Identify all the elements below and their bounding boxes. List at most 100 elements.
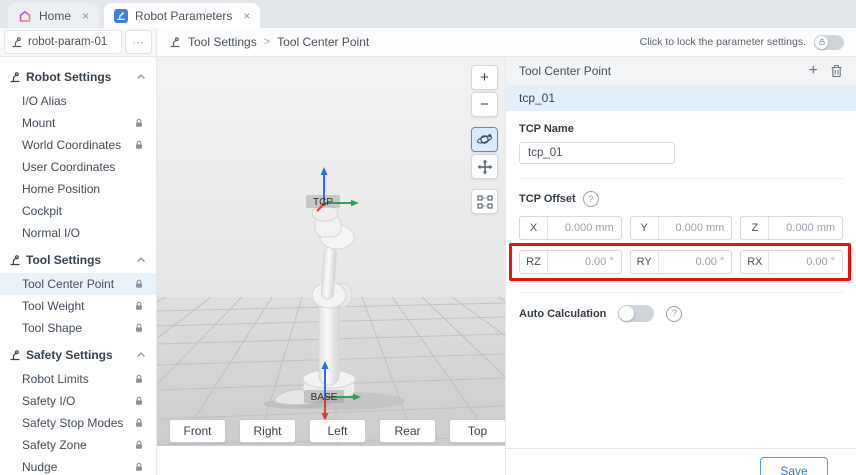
sidebar-section-safety-settings[interactable]: Safety Settings — [0, 339, 156, 368]
item-label: Normal I/O — [22, 226, 80, 240]
auto-calculation-label: Auto Calculation — [519, 308, 606, 320]
fit-view-button[interactable] — [471, 189, 498, 214]
sidebar-item-nudge[interactable]: Nudge — [0, 456, 156, 475]
field-label: RZ — [520, 256, 547, 268]
sidebar-item-safety-io[interactable]: Safety I/O — [0, 390, 156, 412]
item-label: Tool Center Point — [22, 277, 114, 291]
pan-button[interactable] — [471, 154, 498, 179]
sidebar-item-world-coordinates[interactable]: World Coordinates — [0, 134, 156, 156]
chevron-up-icon[interactable] — [136, 73, 146, 81]
auto-calculation-toggle[interactable] — [618, 305, 654, 322]
offset-ry-field[interactable]: RY 0.00° — [630, 250, 733, 274]
field-value: 0.00 — [696, 256, 717, 268]
sidebar-item-normal-io[interactable]: Normal I/O — [0, 222, 156, 244]
viewport-controls: + − — [471, 65, 498, 214]
sidebar-item-robot-limits[interactable]: Robot Limits — [0, 368, 156, 390]
sidebar-section-robot-settings[interactable]: Robot Settings — [0, 61, 156, 90]
offset-z-field[interactable]: Z 0.000mm — [740, 216, 843, 240]
orbit-icon — [476, 132, 493, 147]
sidebar-item-tool-shape[interactable]: Tool Shape — [0, 317, 156, 339]
lock-icon — [134, 440, 144, 450]
lock-toggle-knob-icon — [815, 36, 828, 49]
view-left-button[interactable]: Left — [309, 419, 366, 443]
robot-3d-scene: TCP BASE — [157, 57, 505, 446]
auto-calculation-help-icon[interactable]: ? — [666, 306, 682, 322]
item-label: Home Position — [22, 182, 100, 196]
sidebar-item-cockpit[interactable]: Cockpit — [0, 200, 156, 222]
sidebar-item-user-coordinates[interactable]: User Coordinates — [0, 156, 156, 178]
item-label: Cockpit — [22, 204, 62, 218]
orbit-rotate-button[interactable] — [471, 127, 498, 152]
tab-home[interactable]: Home × — [8, 3, 99, 28]
robot-icon — [9, 71, 21, 83]
breadcrumb-section[interactable]: Tool Settings — [188, 35, 257, 49]
lock-icon — [134, 374, 144, 384]
view-rear-button[interactable]: Rear — [379, 419, 436, 443]
save-button[interactable]: Save — [760, 457, 828, 475]
tcp-settings-panel: Tool Center Point + tcp_01 TCP Name — [505, 57, 856, 475]
add-tcp-button[interactable]: + — [809, 63, 818, 79]
item-label: Safety Stop Modes — [22, 416, 123, 430]
tab-robot-parameters[interactable]: Robot Parameters × — [104, 3, 260, 28]
sidebar-item-tool-center-point[interactable]: Tool Center Point — [0, 273, 156, 295]
item-label: World Coordinates — [22, 138, 121, 152]
app-window: Home × Robot Parameters × robot-param-01… — [0, 0, 856, 475]
field-unit: mm — [706, 222, 724, 234]
tcp-list-item-selected[interactable]: tcp_01 — [506, 85, 856, 111]
item-label: Tool Weight — [22, 299, 84, 313]
offset-rz-field[interactable]: RZ 0.00° — [519, 250, 622, 274]
sidebar-item-tool-weight[interactable]: Tool Weight — [0, 295, 156, 317]
offset-rx-field[interactable]: RX 0.00° — [740, 250, 843, 274]
field-unit: ° — [720, 256, 724, 268]
view-orientation-buttons: Front Right Left Rear Top — [169, 419, 505, 443]
robot-icon — [169, 36, 181, 48]
view-front-button[interactable]: Front — [169, 419, 226, 443]
tcp-name-input[interactable] — [519, 142, 675, 164]
tab-home-close-icon[interactable]: × — [82, 9, 89, 23]
more-options-button[interactable]: ⋯ — [125, 30, 152, 54]
panel-header: Tool Center Point + — [506, 57, 856, 85]
tab-home-label: Home — [39, 9, 71, 23]
chevron-up-icon[interactable] — [136, 256, 146, 264]
zoom-in-button[interactable]: + — [471, 65, 498, 90]
zoom-out-button[interactable]: − — [471, 92, 498, 117]
delete-tcp-button[interactable] — [830, 64, 843, 78]
sidebar-item-safety-zone[interactable]: Safety Zone — [0, 434, 156, 456]
lock-icon — [134, 118, 144, 128]
view-top-button[interactable]: Top — [449, 419, 505, 443]
lock-icon — [134, 279, 144, 289]
tcp-label: TCP — [313, 197, 333, 208]
view-right-button[interactable]: Right — [239, 419, 296, 443]
sidebar-item-safety-stop-modes[interactable]: Safety Stop Modes — [0, 412, 156, 434]
field-label: RX — [741, 256, 768, 268]
lock-settings-toggle[interactable] — [814, 35, 844, 50]
panel-title: Tool Center Point — [519, 64, 611, 78]
tcp-offset-help-icon[interactable]: ? — [583, 191, 599, 207]
breadcrumb-current: Tool Center Point — [277, 35, 369, 49]
fit-view-icon — [477, 195, 493, 209]
sidebar-item-io-alias[interactable]: I/O Alias — [0, 90, 156, 112]
robot-3d-viewport[interactable]: TCP BASE + − — [157, 57, 505, 446]
param-name-label: robot-param-01 — [28, 36, 107, 48]
lock-icon — [134, 323, 144, 333]
lock-icon — [134, 396, 144, 406]
offset-x-field[interactable]: X 0.000mm — [519, 216, 622, 240]
lock-settings-bar: Click to lock the parameter settings. — [640, 35, 844, 50]
chevron-up-icon[interactable] — [136, 351, 146, 359]
param-name-field[interactable]: robot-param-01 — [4, 30, 122, 54]
offset-y-field[interactable]: Y 0.000mm — [630, 216, 733, 240]
tab-robot-parameters-label: Robot Parameters — [135, 9, 232, 23]
section-title: Safety Settings — [26, 348, 113, 362]
pan-icon — [477, 159, 493, 175]
sidebar-item-mount[interactable]: Mount — [0, 112, 156, 134]
home-icon — [18, 9, 32, 23]
tcp-name-label: TCP Name — [519, 123, 843, 135]
field-value: 0.00 — [585, 256, 606, 268]
robot-icon — [9, 349, 21, 361]
sidebar-section-tool-settings[interactable]: Tool Settings — [0, 244, 156, 273]
base-label: BASE — [311, 392, 338, 403]
divider — [519, 292, 843, 293]
robot-icon — [9, 254, 21, 266]
tab-robot-parameters-close-icon[interactable]: × — [243, 9, 250, 23]
sidebar-item-home-position[interactable]: Home Position — [0, 178, 156, 200]
